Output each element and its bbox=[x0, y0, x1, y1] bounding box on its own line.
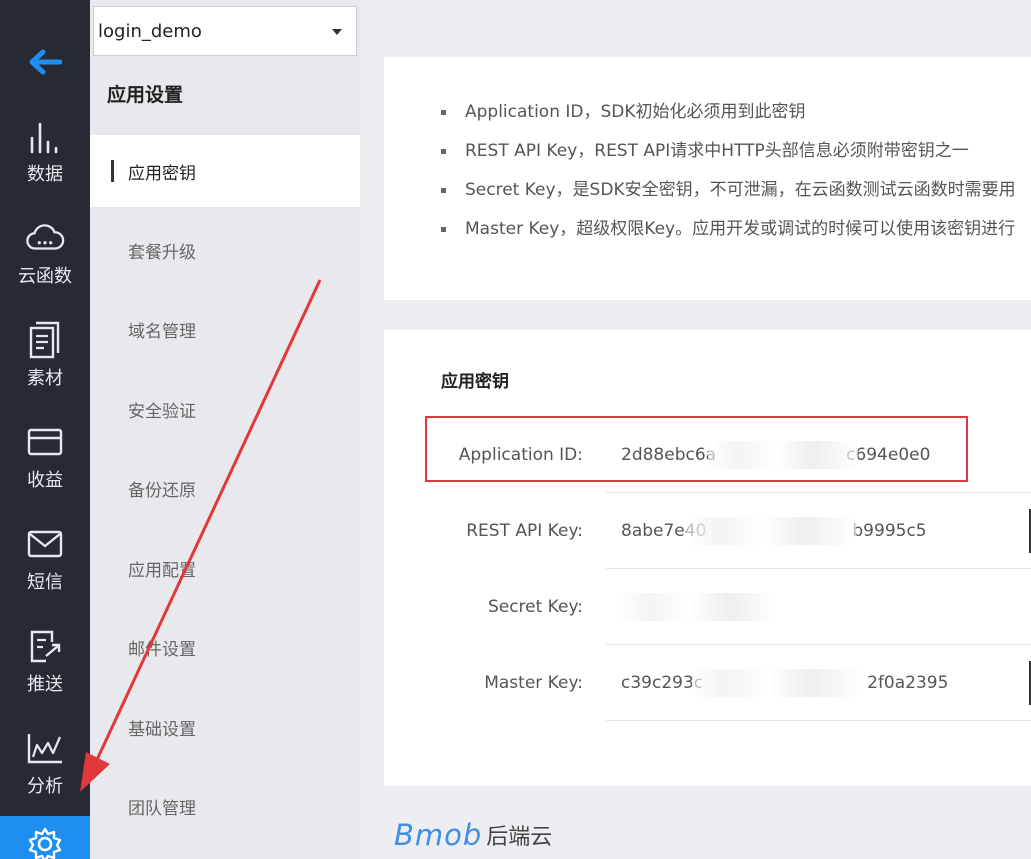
rail-item-label: 短信 bbox=[27, 572, 63, 593]
submenu-title: 应用设置 bbox=[107, 84, 184, 106]
brand-name: 后端云 bbox=[486, 825, 553, 850]
icon-rail: 数据 云函数 素材 收益 短信 推送 分析 bbox=[0, 0, 90, 859]
card-icon bbox=[25, 422, 65, 462]
menu-item-label: 应用配置 bbox=[128, 560, 196, 581]
rail-item-revenue[interactable]: 收益 bbox=[0, 420, 90, 522]
key-row-secret-key: Secret Key: bbox=[384, 569, 1031, 645]
rail-item-push[interactable]: 推送 bbox=[0, 624, 90, 726]
master-key-value[interactable]: c39c293c 2f0a2395 bbox=[606, 645, 1031, 721]
rail-item-label: 数据 bbox=[27, 164, 63, 185]
menu-item-plan-upgrade[interactable]: 套餐升级 bbox=[90, 214, 360, 286]
key-label: Master Key: bbox=[484, 673, 583, 693]
rest-api-key-value[interactable]: 8abe7e40 b9995c5 bbox=[606, 493, 1031, 569]
key-value-end: b9995c5 bbox=[852, 520, 927, 541]
menu-item-label: 基础设置 bbox=[128, 719, 196, 740]
brand-footer: Bmob 后端云 bbox=[394, 818, 552, 852]
key-notes-list: Application ID，SDK初始化必须用到此密钥 REST API Ke… bbox=[441, 100, 1016, 256]
rail-item-label: 分析 bbox=[27, 776, 63, 797]
menu-item-basic-settings[interactable]: 基础设置 bbox=[90, 691, 360, 763]
rail-item-settings[interactable] bbox=[0, 816, 90, 859]
rail-item-sms[interactable]: 短信 bbox=[0, 522, 90, 624]
key-notes-card: Application ID，SDK初始化必须用到此密钥 REST API Ke… bbox=[384, 57, 1031, 300]
menu-item-security-verification[interactable]: 安全验证 bbox=[90, 373, 360, 445]
menu-item-label: 应用密钥 bbox=[128, 163, 196, 184]
menu-item-label: 备份还原 bbox=[128, 480, 196, 501]
gear-icon bbox=[25, 826, 65, 859]
note-master-key: Master Key，超级权限Key。应用开发或调试的时候可以使用该密钥进行 bbox=[441, 217, 1016, 256]
menu-item-email-settings[interactable]: 邮件设置 bbox=[90, 611, 360, 683]
bar-chart-icon bbox=[25, 116, 65, 156]
rail-item-data[interactable]: 数据 bbox=[0, 114, 90, 216]
key-row-master-key: Master Key: c39c293c 2f0a2395 bbox=[384, 645, 1031, 721]
menu-item-team-management[interactable]: 团队管理 bbox=[90, 770, 360, 842]
redaction-blur bbox=[686, 517, 856, 545]
note-secret-key: Secret Key，是SDK安全密钥，不可泄漏，在云函数测试云函数时需要用 bbox=[441, 178, 1016, 217]
app-keys-card: 应用密钥 Application ID: 2d88ebc6a c694e0e0 … bbox=[384, 330, 1031, 786]
annotation-highlight-box bbox=[425, 416, 968, 482]
bmob-logo: Bmob bbox=[394, 818, 483, 852]
redaction-blur bbox=[618, 593, 778, 621]
key-value-start: c39c293c bbox=[621, 673, 704, 693]
rail-item-label: 收益 bbox=[27, 470, 63, 491]
arrow-left-icon bbox=[29, 49, 62, 75]
line-chart-icon bbox=[25, 728, 65, 768]
menu-item-domain-management[interactable]: 域名管理 bbox=[90, 293, 360, 365]
key-label: REST API Key: bbox=[466, 521, 583, 541]
menu-item-label: 套餐升级 bbox=[128, 242, 196, 263]
rail-item-cloud-functions[interactable]: 云函数 bbox=[0, 216, 90, 318]
menu-item-label: 邮件设置 bbox=[128, 639, 196, 660]
app-selector-value: login_demo bbox=[98, 20, 202, 42]
note-application-id: Application ID，SDK初始化必须用到此密钥 bbox=[441, 100, 1016, 139]
redaction-blur bbox=[692, 669, 862, 697]
push-icon bbox=[25, 626, 65, 666]
note-rest-api-key: REST API Key，REST API请求中HTTP头部信息必须附带密钥之一 bbox=[441, 139, 1016, 178]
document-icon bbox=[25, 320, 65, 360]
app-selector[interactable]: login_demo bbox=[93, 6, 357, 56]
secret-key-value[interactable] bbox=[606, 569, 1031, 645]
menu-item-app-config[interactable]: 应用配置 bbox=[90, 532, 360, 604]
key-row-rest-api-key: REST API Key: 8abe7e40 b9995c5 bbox=[384, 493, 1031, 569]
menu-item-label: 安全验证 bbox=[128, 401, 196, 422]
rail-item-label: 推送 bbox=[27, 674, 63, 695]
menu-item-label: 团队管理 bbox=[128, 798, 196, 819]
key-value-end: 2f0a2395 bbox=[867, 673, 949, 693]
divider bbox=[606, 720, 1031, 721]
caret-down-icon bbox=[332, 29, 342, 35]
rail-item-label: 素材 bbox=[27, 368, 63, 389]
back-button[interactable] bbox=[0, 32, 90, 92]
key-label: Secret Key: bbox=[487, 597, 583, 617]
mail-icon bbox=[25, 524, 65, 564]
keys-section-title: 应用密钥 bbox=[441, 372, 509, 392]
cloud-icon bbox=[25, 218, 65, 258]
rail-item-materials[interactable]: 素材 bbox=[0, 318, 90, 420]
menu-item-app-keys[interactable]: 应用密钥 bbox=[90, 135, 360, 207]
rail-item-label: 云函数 bbox=[18, 266, 72, 287]
menu-item-backup-restore[interactable]: 备份还原 bbox=[90, 452, 360, 524]
settings-submenu: login_demo 应用设置 应用密钥 套餐升级 域名管理 安全验证 备份还原… bbox=[90, 0, 360, 859]
rail-item-analytics[interactable]: 分析 bbox=[0, 726, 90, 828]
menu-item-label: 域名管理 bbox=[128, 321, 196, 342]
